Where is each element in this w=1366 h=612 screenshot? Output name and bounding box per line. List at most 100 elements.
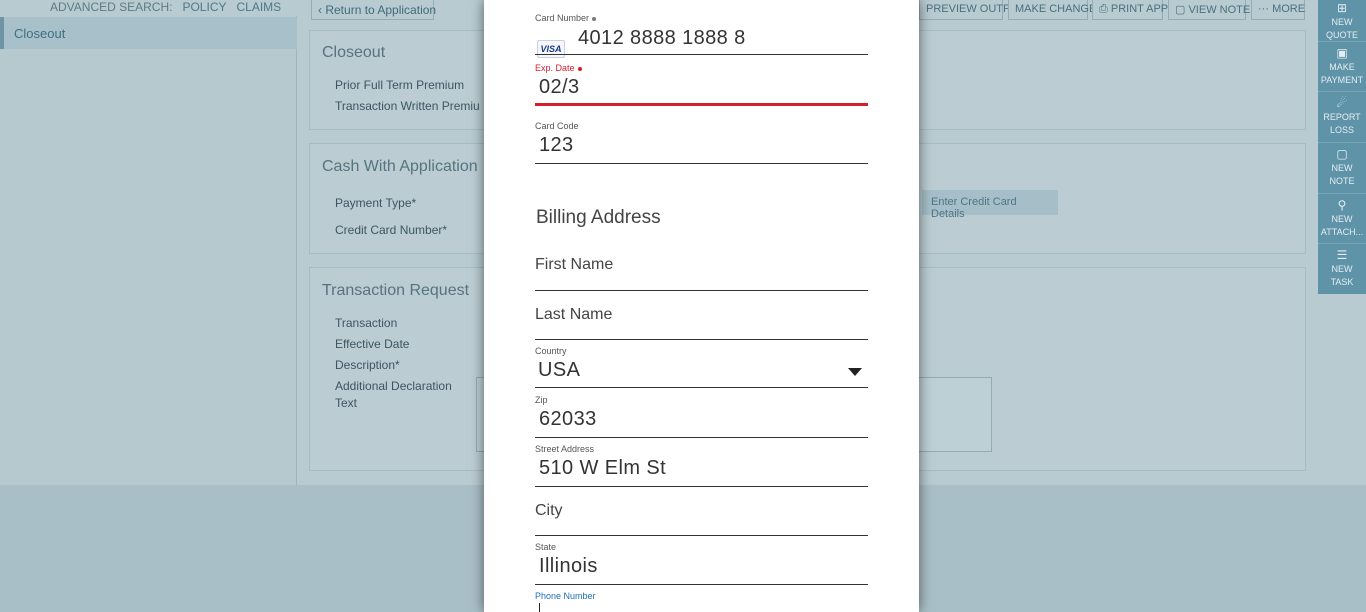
payment-type-label: Payment Type* [335, 196, 417, 210]
new-task-action[interactable]: ☰ NEW TASK [1318, 244, 1366, 294]
make-payment-line1: MAKE [1329, 62, 1355, 72]
new-quote-line1: NEW [1331, 17, 1353, 27]
enter-credit-card-details-button[interactable]: Enter Credit Card Details [922, 190, 1058, 220]
new-note-action[interactable]: ▢ NEW NOTE [1318, 143, 1366, 194]
printer-icon: ⎙ [1099, 3, 1108, 15]
country-select[interactable]: Country USA [535, 345, 868, 389]
payment-icon: ▣ [1336, 46, 1348, 60]
country-underline [535, 387, 868, 388]
new-attachment-action[interactable]: ⚲ NEW ATTACH... [1318, 194, 1366, 244]
new-attachment-line2: ATTACH... [1320, 227, 1364, 237]
cash-with-application-title: Cash With Application [322, 158, 478, 175]
city-placeholder: City [535, 502, 563, 519]
card-number-label-wrap: Card Number [535, 13, 597, 23]
sidebar-item-label: Closeout [14, 26, 66, 41]
note-icon: ▢ [1175, 4, 1186, 16]
advanced-search-label: ADVANCED SEARCH: [50, 0, 173, 14]
exp-date-field[interactable]: Exp. Date 02/3 [535, 62, 868, 108]
billing-address-title: Billing Address [536, 207, 661, 228]
exp-date-error-underline [535, 103, 868, 106]
report-loss-icon: ☄ [1336, 96, 1348, 110]
card-code-label: Card Code [535, 121, 579, 131]
advanced-search: ADVANCED SEARCH: POLICY CLAIMS [50, 0, 281, 14]
first-name-underline [535, 290, 868, 291]
more-label: MORE [1272, 3, 1306, 15]
new-quote-icon: ⊞ [1336, 1, 1348, 15]
additional-declaration-label: Additional Declaration [335, 379, 452, 393]
street-address-underline [535, 486, 868, 487]
phone-number-field[interactable]: Phone Number [535, 590, 868, 612]
note-icon: ▢ [1336, 147, 1348, 161]
street-address-label: Street Address [535, 444, 595, 454]
return-label: Return to Application [325, 3, 437, 17]
transaction-label: Transaction [335, 316, 398, 330]
new-note-line2: NOTE [1329, 176, 1355, 186]
card-code-field[interactable]: Card Code 123 [535, 120, 868, 165]
card-number-field[interactable]: Card Number VISA 4012 8888 1888 8 [535, 12, 868, 58]
first-name-placeholder: First Name [535, 256, 614, 273]
report-loss-line1: REPORT [1323, 112, 1361, 122]
ellipsis-icon: ··· [1258, 3, 1269, 15]
card-code-value: 123 [539, 134, 574, 156]
policy-link[interactable]: POLICY [182, 0, 226, 14]
street-address-value: 510 W Elm St [539, 457, 667, 479]
zip-field[interactable]: Zip 62033 [535, 394, 868, 439]
zip-label: Zip [535, 395, 548, 405]
country-value: USA [538, 359, 581, 381]
first-name-field[interactable]: First Name [535, 250, 868, 292]
city-field[interactable]: City [535, 496, 868, 538]
required-dot [577, 66, 582, 71]
effective-date-label: Effective Date [335, 337, 410, 351]
chevron-down-icon [848, 368, 862, 376]
new-note-line1: NEW [1331, 163, 1353, 173]
last-name-placeholder: Last Name [535, 306, 613, 323]
exp-date-value: 02/3 [539, 76, 580, 98]
paperclip-icon: ⚲ [1337, 198, 1347, 212]
credit-card-number-label: Credit Card Number* [335, 223, 448, 237]
print-app-button[interactable]: ⎙ PRINT APP [1092, 0, 1168, 20]
payment-modal: Card Number VISA 4012 8888 1888 8 Exp. D… [484, 0, 919, 612]
state-field[interactable]: State Illinois [535, 541, 868, 586]
last-name-underline [535, 339, 868, 340]
required-dot [592, 16, 597, 21]
closeout-title: Closeout [322, 44, 386, 61]
text-cursor [539, 603, 540, 612]
print-app-label: PRINT APP [1110, 3, 1169, 15]
country-label: Country [535, 346, 567, 356]
new-quote-action[interactable]: ⊞ NEW QUOTE [1318, 0, 1366, 42]
prior-full-term-premium-label: Prior Full Term Premium [335, 78, 465, 92]
zip-underline [535, 437, 868, 438]
exp-date-label: Exp. Date [535, 63, 575, 73]
card-number-underline [535, 54, 868, 55]
state-underline [535, 584, 868, 585]
state-value: Illinois [539, 555, 598, 577]
card-number-label: Card Number [535, 13, 590, 23]
task-icon: ☰ [1336, 248, 1348, 262]
more-button[interactable]: ··· MORE [1251, 0, 1305, 20]
street-address-field[interactable]: Street Address 510 W Elm St [535, 443, 868, 488]
make-payment-action[interactable]: ▣ MAKE PAYMENT [1318, 42, 1366, 92]
sidebar: Closeout [0, 16, 297, 485]
description-label: Description* [335, 358, 400, 372]
report-loss-action[interactable]: ☄ REPORT LOSS [1318, 92, 1366, 143]
report-loss-line2: LOSS [1329, 125, 1354, 135]
additional-declaration-label-line2: Text [335, 396, 358, 410]
new-attachment-line1: NEW [1331, 214, 1353, 224]
visa-card-icon: VISA [537, 40, 565, 58]
zip-value: 62033 [539, 408, 597, 430]
right-action-bar: ⊞ NEW QUOTE ▣ MAKE PAYMENT ☄ REPORT LOSS… [1318, 0, 1366, 294]
new-quote-line2: QUOTE [1325, 30, 1358, 40]
last-name-field[interactable]: Last Name [535, 300, 868, 342]
view-notes-button[interactable]: ▢ VIEW NOTES [1168, 0, 1258, 20]
city-underline [535, 535, 868, 536]
return-to-application-button[interactable]: ‹ Return to Application [311, 0, 437, 20]
preview-output-button[interactable]: PREVIEW OUTPUT [919, 0, 1025, 20]
new-task-line2: TASK [1330, 277, 1354, 287]
make-changes-button[interactable]: MAKE CHANGES [1008, 0, 1104, 20]
chevron-left-icon: ‹ [318, 3, 322, 17]
transaction-written-premium-label: Transaction Written Premiu [335, 99, 480, 113]
claims-link[interactable]: CLAIMS [236, 0, 281, 14]
new-task-line1: NEW [1331, 264, 1353, 274]
sidebar-item-closeout[interactable]: Closeout [0, 17, 297, 49]
make-payment-line2: PAYMENT [1320, 75, 1364, 85]
